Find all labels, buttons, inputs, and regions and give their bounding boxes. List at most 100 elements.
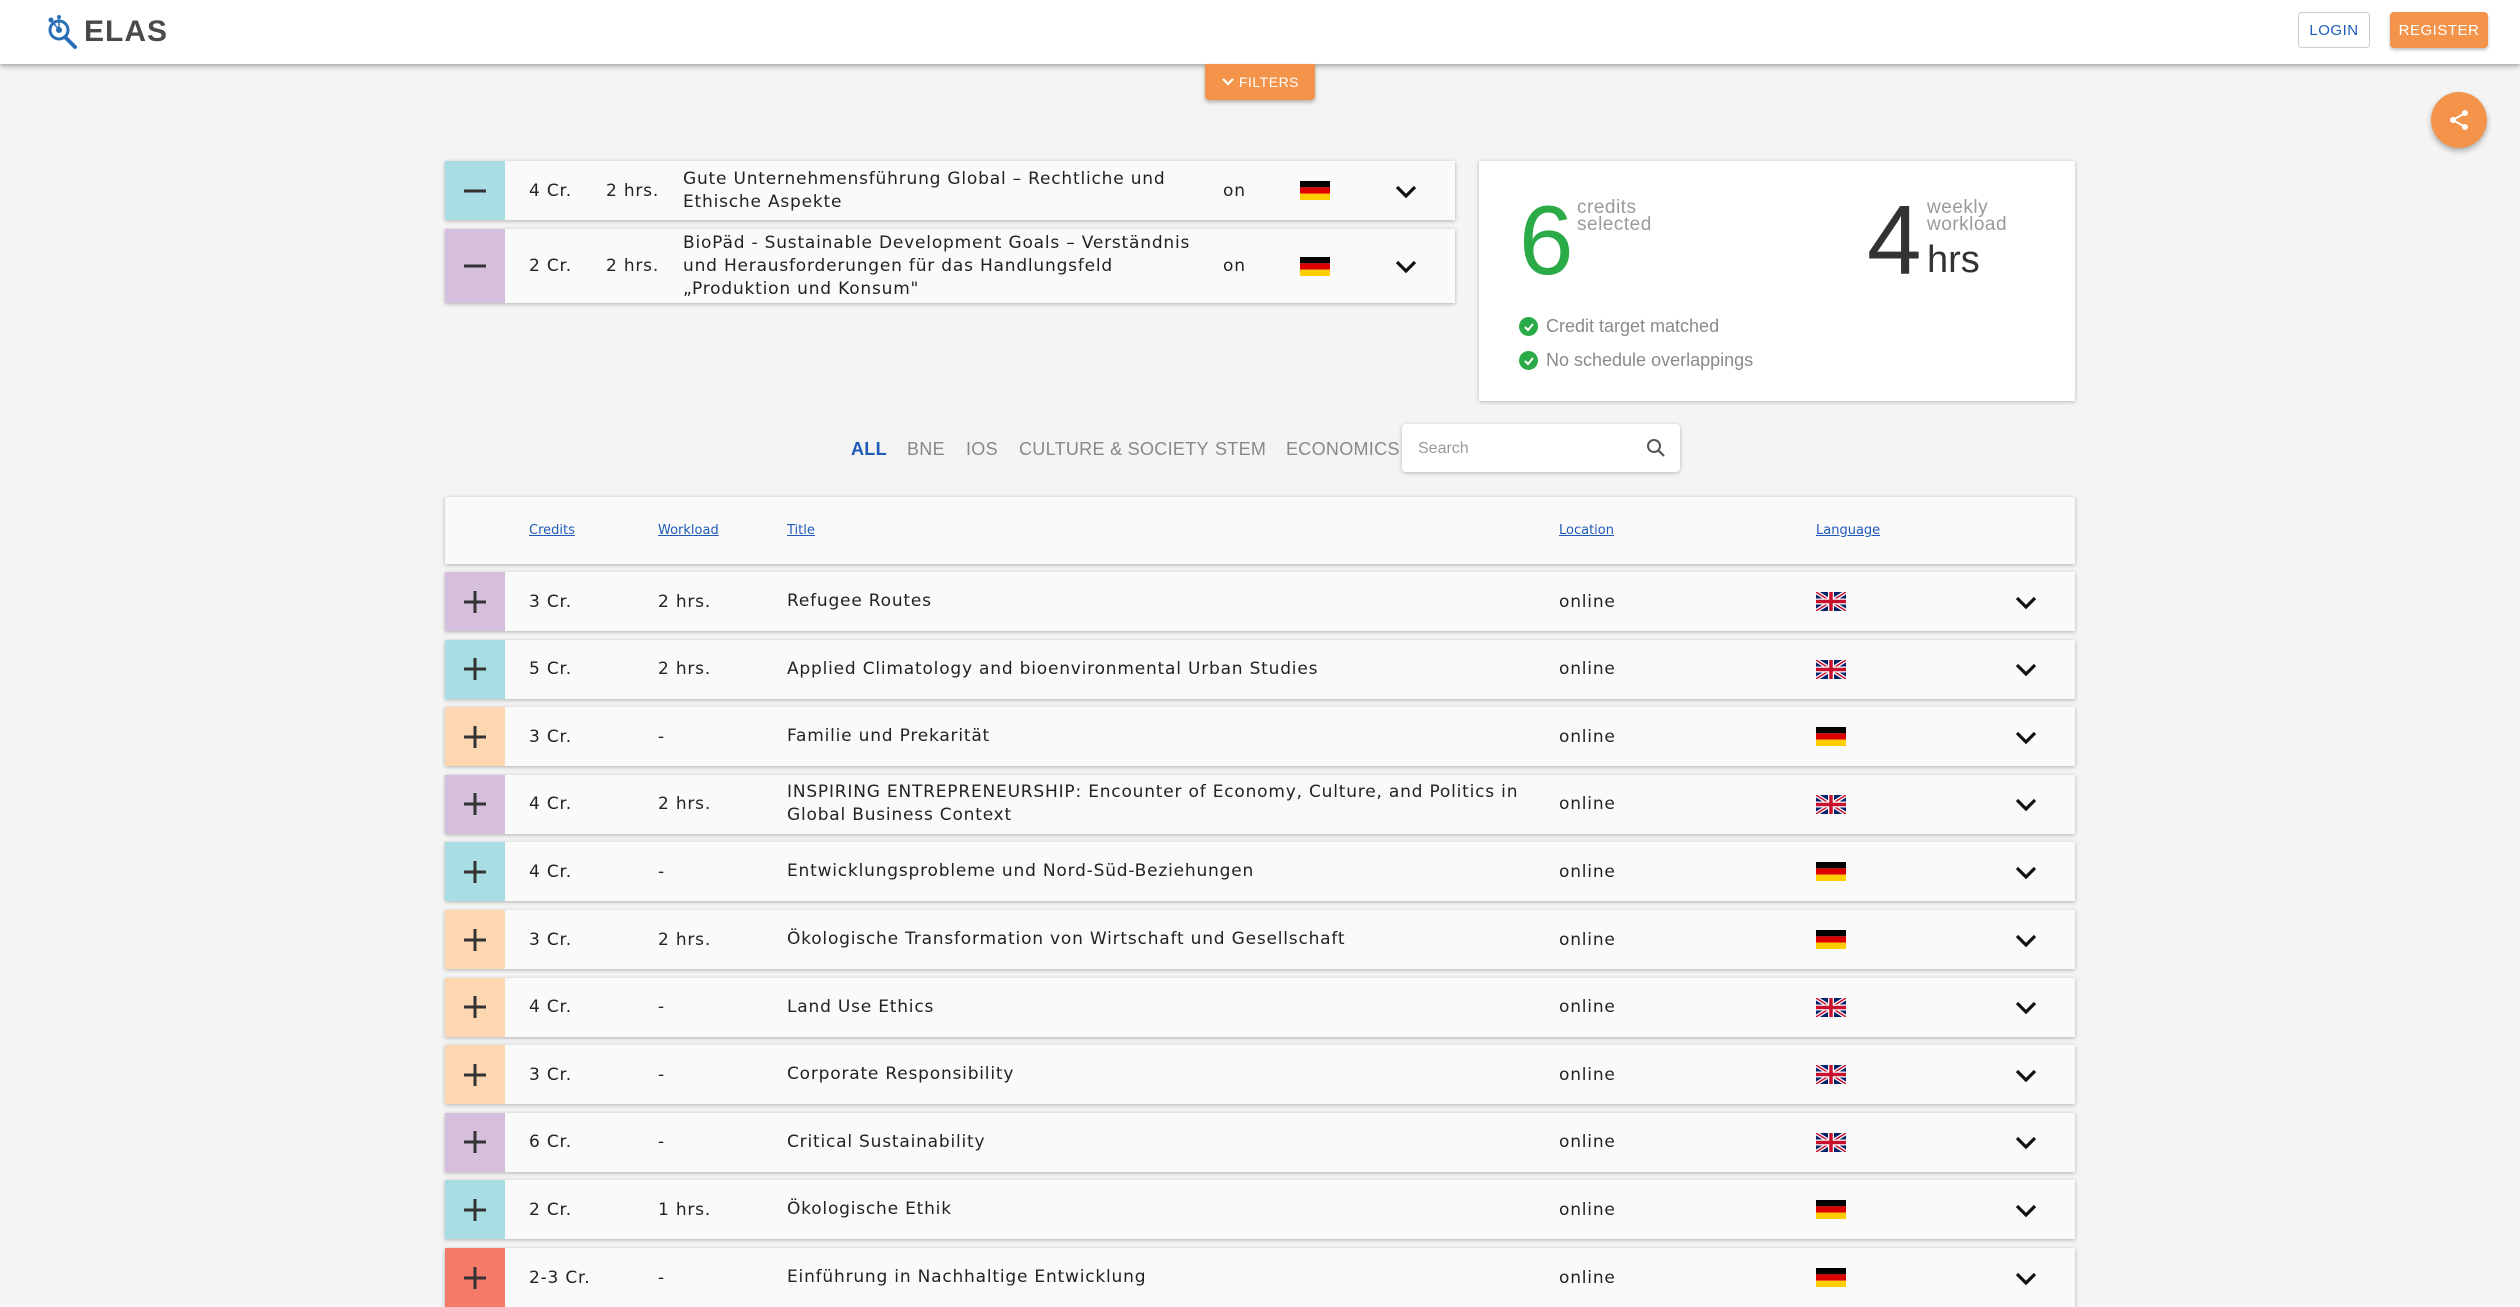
tab-culture-society[interactable]: CULTURE & SOCIETY — [1019, 434, 1209, 464]
course-location: on — [1223, 180, 1246, 201]
top-bar: ELAS LOGIN REGISTER — [0, 0, 2520, 64]
course-workload: - — [658, 861, 665, 882]
chevron-down-icon — [2015, 799, 2037, 812]
expand-button[interactable] — [2013, 1248, 2039, 1307]
language-flag — [1816, 707, 1846, 766]
tab-bne[interactable]: BNE — [907, 434, 945, 464]
add-course-button[interactable] — [445, 639, 505, 699]
course-location: online — [1559, 861, 1616, 882]
course-table-header: Credits Workload Title Location Language — [445, 497, 2075, 564]
add-course-button[interactable] — [445, 842, 505, 902]
login-button[interactable]: LOGIN — [2298, 12, 2370, 48]
language-flag — [1300, 161, 1330, 220]
course-workload: 2 hrs. — [606, 256, 660, 276]
sort-location-link[interactable]: Location — [1559, 497, 1614, 564]
remove-course-button[interactable] — [445, 229, 505, 303]
course-location: online — [1559, 1267, 1616, 1288]
sort-workload-link[interactable]: Workload — [658, 497, 719, 564]
language-flag — [1816, 842, 1846, 901]
filters-button[interactable]: FILTERS — [1205, 64, 1315, 100]
search-icon[interactable] — [1646, 438, 1666, 458]
course-workload: - — [658, 1064, 665, 1085]
course-workload: 2 hrs. — [606, 180, 660, 201]
course-location: online — [1559, 591, 1616, 612]
uk-flag-icon — [1816, 659, 1846, 679]
add-course-button[interactable] — [445, 1045, 505, 1105]
register-button[interactable]: REGISTER — [2390, 12, 2488, 48]
expand-button[interactable] — [2013, 707, 2039, 766]
app-logo[interactable]: ELAS — [44, 12, 168, 52]
search-input[interactable] — [1416, 436, 1640, 462]
course-row: 4 Cr. - Land Use Ethics online — [445, 977, 2075, 1037]
app-name: ELAS — [84, 15, 169, 48]
expand-button[interactable] — [2013, 775, 2039, 834]
expand-button[interactable] — [2013, 640, 2039, 699]
credit-target-text: Credit target matched — [1546, 316, 1720, 336]
chevron-down-icon — [2015, 596, 2037, 609]
course-credits: 3 Cr. — [529, 726, 572, 747]
sort-title-link[interactable]: Title — [787, 497, 815, 564]
course-row: 2 Cr. 1 hrs. Ökologische Ethik online — [445, 1180, 2075, 1240]
course-location: online — [1559, 1132, 1616, 1153]
chevron-down-icon — [2015, 731, 2037, 744]
weekly-workload-label: weekly workload — [1927, 197, 2008, 235]
uk-flag-icon — [1816, 1065, 1846, 1085]
course-location: online — [1559, 659, 1616, 680]
minus-icon — [464, 189, 486, 192]
credit-target-status: Credit target matched — [1519, 316, 1719, 337]
share-button[interactable] — [2431, 92, 2487, 148]
tab-economics[interactable]: ECONOMICS — [1286, 434, 1400, 464]
language-flag — [1816, 1180, 1846, 1239]
schedule-overlap-status: No schedule overlappings — [1519, 350, 1753, 371]
add-course-button[interactable] — [445, 707, 505, 767]
share-icon — [2450, 110, 2468, 130]
course-credits: 2-3 Cr. — [529, 1267, 591, 1288]
language-flag — [1816, 1045, 1846, 1104]
credits-selected-value: 6 — [1519, 185, 1574, 295]
weekly-workload-unit: hrs — [1927, 239, 1980, 281]
add-course-button[interactable] — [445, 1112, 505, 1172]
check-circle-icon — [1519, 351, 1538, 370]
chevron-down-icon — [2015, 866, 2037, 880]
expand-button[interactable] — [1393, 229, 1419, 303]
sort-credits-link[interactable]: Credits — [529, 497, 575, 564]
german-flag-icon — [1300, 181, 1330, 200]
expand-button[interactable] — [2013, 978, 2039, 1037]
course-workload: 2 hrs. — [658, 591, 712, 612]
remove-course-button[interactable] — [445, 161, 505, 220]
expand-button[interactable] — [1393, 161, 1419, 220]
add-course-button[interactable] — [445, 1248, 505, 1307]
chevron-down-icon — [2015, 1204, 2037, 1218]
add-course-button[interactable] — [445, 1180, 505, 1240]
tab-all[interactable]: ALL — [851, 434, 887, 464]
course-title: Familie und Prekarität — [787, 726, 991, 747]
expand-button[interactable] — [2013, 910, 2039, 969]
course-workload: 2 hrs. — [658, 929, 712, 950]
expand-button[interactable] — [2013, 842, 2039, 901]
course-location: on — [1223, 256, 1246, 276]
tab-stem[interactable]: STEM — [1215, 434, 1266, 464]
add-course-button[interactable] — [445, 977, 505, 1037]
expand-button[interactable] — [2013, 1180, 2039, 1239]
course-title: Ökologische Ethik — [787, 1199, 952, 1220]
language-flag — [1816, 1248, 1846, 1307]
course-workload: 2 hrs. — [658, 794, 712, 815]
expand-button[interactable] — [2013, 572, 2039, 631]
expand-button[interactable] — [2013, 1113, 2039, 1172]
course-credits: 4 Cr. — [529, 861, 572, 882]
course-location: online — [1559, 726, 1616, 747]
add-course-button[interactable] — [445, 774, 505, 834]
expand-button[interactable] — [2013, 1045, 2039, 1104]
chevron-down-icon — [2015, 934, 2037, 947]
course-row: 3 Cr. - Corporate Responsibility online — [445, 1045, 2075, 1105]
plus-icon — [464, 1131, 486, 1154]
search-box — [1402, 424, 1680, 472]
add-course-button[interactable] — [445, 572, 505, 631]
check-circle-icon — [1519, 317, 1538, 336]
tab-ios[interactable]: IOS — [966, 434, 998, 464]
course-credits: 4 Cr. — [529, 794, 572, 815]
add-course-button[interactable] — [445, 910, 505, 969]
sort-language-link[interactable]: Language — [1816, 497, 1880, 564]
course-title: Applied Climatology and bioenvironmental… — [787, 658, 1319, 679]
course-credits: 3 Cr. — [529, 1064, 572, 1085]
